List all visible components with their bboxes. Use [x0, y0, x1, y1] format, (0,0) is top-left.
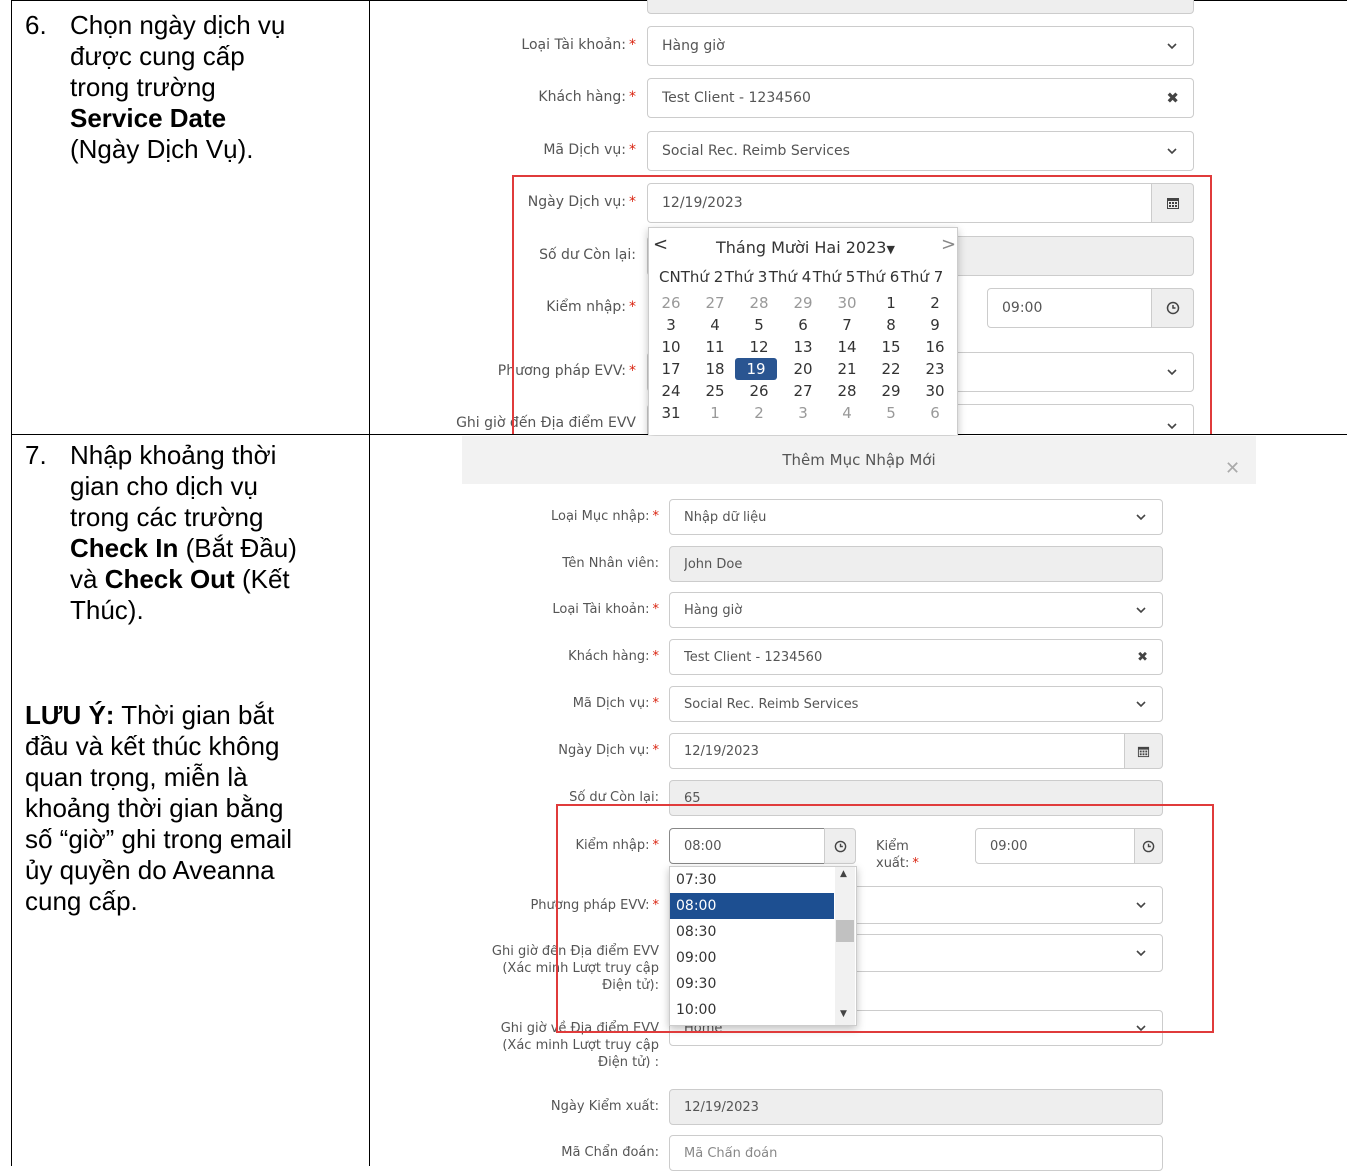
chevron-down-icon	[1136, 701, 1146, 708]
client-select[interactable]: Test Client - 1234560 ✖	[647, 78, 1194, 118]
account-type-select[interactable]: Hàng giờ	[647, 26, 1194, 66]
chevron-down-icon	[1167, 43, 1177, 50]
entry-type-select[interactable]: Nhập dữ liệu	[669, 499, 1163, 535]
note-text: quan trọng, miễn là	[25, 762, 248, 792]
checkout-date-value: 12/19/2023	[684, 1099, 759, 1115]
highlight-box	[556, 804, 1214, 1033]
client-value: Test Client - 1234560	[684, 649, 823, 665]
note-text: đầu và kết thúc không	[25, 731, 280, 761]
entry-type-value: Nhập dữ liệu	[684, 509, 767, 525]
instruction-text: và	[70, 564, 105, 594]
diagnosis-label: Mã Chẩn đoán:	[561, 1145, 659, 1160]
instruction-text: (Bắt Đầu)	[178, 533, 297, 563]
top-partial-field	[647, 0, 1194, 14]
calendar-icon	[1137, 746, 1150, 757]
account-type-value: Hàng giờ	[662, 38, 725, 54]
chevron-down-icon	[1167, 148, 1177, 155]
field-name-check-out: Check Out	[104, 564, 235, 594]
instruction-text: (Kết	[234, 564, 290, 594]
chevron-down-icon	[1136, 607, 1146, 614]
step-number: 7.	[25, 440, 47, 470]
instruction-line: gian cho dịch vụ	[70, 471, 258, 501]
client-label: Khách hàng: *	[568, 649, 659, 664]
service-date-label: Ngày Dịch vụ: *	[558, 743, 659, 758]
note-label: LƯU Ý:	[25, 700, 115, 730]
instruction-line: trong các trường	[70, 502, 264, 532]
service-code-select[interactable]: Social Rec. Reimb Services	[669, 686, 1163, 722]
clear-icon[interactable]: ✖	[1166, 89, 1179, 107]
clear-icon[interactable]: ✖	[1137, 650, 1148, 665]
account-type-label: Loại Tài khoản: *	[521, 37, 636, 53]
field-name-service-date: Service Date	[70, 103, 227, 133]
service-date-value: 12/19/2023	[684, 743, 759, 759]
note-text: Thời gian bắt	[114, 700, 275, 730]
instruction-line: Chọn ngày dịch vụ	[70, 10, 286, 40]
service-code-value: Social Rec. Reimb Services	[684, 696, 859, 712]
modal-title: Thêm Mục Nhập Mới	[782, 451, 936, 469]
note-text: ủy quyền do Aveanna	[25, 855, 275, 885]
employee-label: Tên Nhân viên:	[562, 556, 659, 571]
checkout-date-label: Ngày Kiểm xuất:	[550, 1099, 659, 1114]
field-name-check-in: Check In	[70, 533, 179, 563]
instruction-line: trong trường	[70, 72, 216, 102]
service-code-label: Mã Dịch vụ: *	[543, 142, 636, 158]
instruction-line: (Ngày Dịch Vụ).	[70, 134, 254, 164]
client-value: Test Client - 1234560	[662, 90, 811, 106]
employee-field: John Doe	[669, 546, 1163, 582]
service-code-value: Social Rec. Reimb Services	[662, 143, 850, 159]
diagnosis-placeholder: Mã Chẩn đoán	[684, 1145, 778, 1161]
service-date-input[interactable]: 12/19/2023	[669, 733, 1125, 769]
highlight-box	[512, 175, 1212, 434]
note-text: số “giờ” ghi trong email	[25, 824, 293, 854]
note-text: cung cấp.	[25, 886, 138, 916]
instruction-line: Thúc).	[70, 595, 144, 625]
client-select[interactable]: Test Client - 1234560 ✖	[669, 639, 1163, 675]
account-type-select[interactable]: Hàng giờ	[669, 592, 1163, 628]
instruction-line: Nhập khoảng thời	[70, 440, 277, 470]
table-border-left	[11, 0, 12, 1166]
instruction-line: được cung cấp	[70, 41, 245, 71]
entry-type-label: Loại Mục nhập: *	[551, 509, 659, 524]
calendar-button[interactable]	[1124, 733, 1163, 769]
employee-value: John Doe	[684, 556, 743, 572]
note-block: LƯU Ý: Thời gian bắt đầu và kết thúc khô…	[25, 700, 355, 917]
close-icon[interactable]: ✕	[1225, 458, 1240, 479]
account-type-label: Loại Tài khoản: *	[552, 602, 659, 617]
service-code-label: Mã Dịch vụ: *	[572, 696, 659, 711]
checkout-date-field: 12/19/2023	[669, 1089, 1163, 1125]
service-code-select[interactable]: Social Rec. Reimb Services	[647, 131, 1194, 171]
note-text: khoảng thời gian bằng	[25, 793, 284, 823]
account-type-value: Hàng giờ	[684, 602, 743, 618]
step-number: 6.	[25, 10, 47, 40]
client-label: Khách hàng: *	[538, 89, 636, 105]
chevron-down-icon	[1136, 514, 1146, 521]
